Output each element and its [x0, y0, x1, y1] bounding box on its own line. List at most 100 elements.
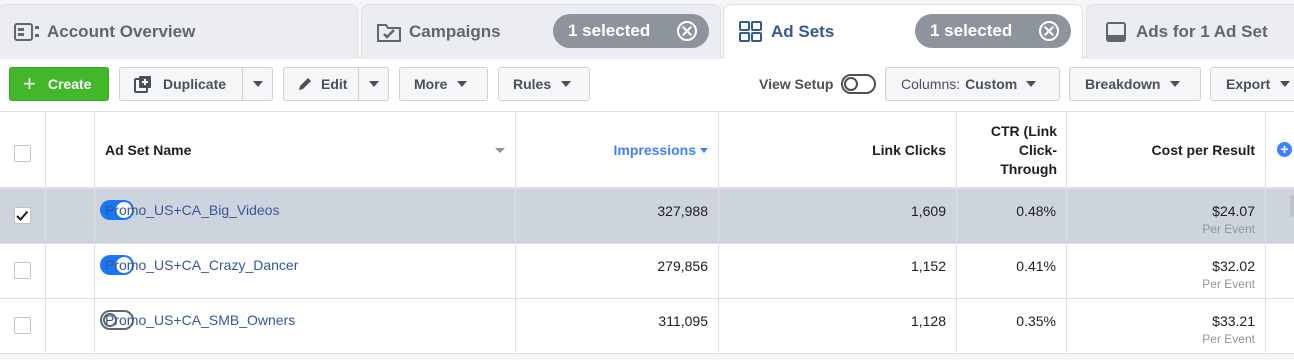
- duplicate-dropdown[interactable]: [242, 68, 272, 100]
- tab-account-overview-label: Account Overview: [47, 21, 196, 41]
- create-button[interactable]: + Create: [9, 67, 109, 101]
- ctr-cell: 0.41%: [957, 244, 1067, 299]
- check-icon: [16, 210, 29, 221]
- header-link-clicks-label: Link Clicks: [872, 142, 946, 158]
- tab-ads[interactable]: Ads for 1 Ad Set: [1103, 4, 1268, 59]
- duplicate-icon: [134, 75, 152, 93]
- add-column-cell: +: [1266, 112, 1294, 188]
- account-overview-icon: [14, 21, 40, 43]
- caret-down-icon: [368, 81, 379, 87]
- grid-icon: [738, 20, 764, 43]
- cost-subtext: Per Event: [1202, 222, 1255, 236]
- header-impressions[interactable]: Impressions: [516, 112, 719, 188]
- tab-bar: Account Overview Campaigns 1 selected Ad…: [0, 0, 1294, 60]
- scrollbar-thumb[interactable]: [1290, 195, 1294, 217]
- row-trailing-cell: [1266, 299, 1294, 354]
- campaigns-selected-label: 1 selected: [568, 21, 651, 40]
- caret-down-icon: [1280, 81, 1291, 87]
- tab-campaigns-label: Campaigns: [409, 21, 501, 41]
- folder-check-icon: [376, 21, 402, 43]
- tab-campaigns[interactable]: Campaigns: [376, 4, 501, 59]
- create-label: Create: [47, 76, 92, 92]
- ctr-cell: 0.35%: [957, 299, 1067, 354]
- breakdown-label: Breakdown: [1085, 76, 1161, 92]
- header-ad-set-name[interactable]: Ad Set Name: [95, 112, 516, 188]
- sort-desc-icon: [700, 147, 708, 153]
- duplicate-button[interactable]: Duplicate: [119, 67, 273, 101]
- header-impressions-label: Impressions: [613, 142, 696, 158]
- caret-down-icon: [457, 81, 468, 87]
- caret-down-icon: [1026, 81, 1037, 87]
- tab-account-overview[interactable]: Account Overview: [14, 4, 195, 59]
- plus-icon: +: [23, 71, 36, 96]
- ad-set-name-link[interactable]: Promo_US+CA_Big_Videos: [95, 189, 516, 244]
- cost-subtext: Per Event: [1202, 277, 1255, 291]
- campaigns-selected-pill[interactable]: 1 selected: [553, 14, 709, 48]
- select-all-checkbox[interactable]: [14, 145, 31, 162]
- cost-value: $32.02: [1212, 258, 1255, 274]
- caret-down-icon: [1170, 81, 1181, 87]
- caret-down-icon: [252, 81, 263, 87]
- row-toggle-cell: [46, 299, 134, 354]
- cost-value: $24.07: [1212, 203, 1255, 219]
- cost-cell: $33.21 Per Event: [1067, 299, 1266, 354]
- row-checkbox[interactable]: [14, 317, 31, 334]
- impressions-cell: 311,095: [516, 299, 719, 354]
- ad-sets-selected-pill[interactable]: 1 selected: [915, 14, 1071, 48]
- toggle-column-header: [46, 112, 95, 188]
- impressions-cell: 327,988: [516, 189, 719, 244]
- tab-ads-label: Ads for 1 Ad Set: [1136, 21, 1268, 41]
- toggle-knob: [844, 77, 858, 91]
- table-row[interactable]: Promo_US+CA_Big_Videos 327,988 1,609 0.4…: [0, 189, 1294, 244]
- edit-button[interactable]: Edit: [283, 67, 389, 101]
- cost-cell: $32.02 Per Event: [1067, 244, 1266, 299]
- breakdown-button[interactable]: Breakdown: [1069, 67, 1201, 101]
- rules-button[interactable]: Rules: [498, 67, 590, 101]
- ad-set-name-link[interactable]: Promo_US+CA_SMB_Owners: [95, 299, 516, 354]
- ad-sets-selected-label: 1 selected: [930, 21, 1013, 40]
- clear-selection-icon[interactable]: [677, 21, 697, 41]
- header-cost-label: Cost per Result: [1151, 142, 1255, 158]
- row-trailing-cell: [1266, 244, 1294, 299]
- edit-label: Edit: [321, 76, 348, 92]
- add-column-icon[interactable]: +: [1277, 142, 1292, 157]
- export-button[interactable]: Export: [1210, 67, 1294, 101]
- caret-down-icon: [561, 81, 572, 87]
- header-cost-per-result[interactable]: Cost per Result: [1067, 112, 1266, 188]
- sort-caret-icon: [495, 148, 505, 153]
- row-trailing-cell: [1266, 189, 1294, 244]
- row-checkbox[interactable]: [14, 262, 31, 279]
- select-all-cell: [0, 112, 46, 188]
- more-button[interactable]: More: [399, 67, 488, 101]
- table-row[interactable]: Promo_US+CA_Crazy_Dancer 279,856 1,152 0…: [0, 244, 1294, 299]
- columns-prefix: Columns:: [901, 76, 961, 92]
- tab-ad-sets-label: Ad Sets: [771, 21, 835, 41]
- ad-icon: [1103, 21, 1129, 43]
- pencil-icon: [297, 76, 313, 92]
- row-toggle-cell: [46, 189, 134, 244]
- view-setup-toggle[interactable]: [841, 74, 876, 94]
- header-ctr-label: CTR (Link Click- Through: [991, 122, 1057, 179]
- duplicate-label: Duplicate: [163, 76, 227, 92]
- table-header: Ad Set Name Impressions Link Clicks CTR …: [0, 111, 1294, 189]
- cost-subtext: Per Event: [1202, 332, 1255, 346]
- table-row[interactable]: Promo_US+CA_SMB_Owners 311,095 1,128 0.3…: [0, 299, 1294, 354]
- header-ad-set-name-label: Ad Set Name: [105, 142, 192, 158]
- rules-label: Rules: [513, 76, 552, 92]
- columns-value: Custom: [965, 76, 1018, 92]
- ad-set-name-link[interactable]: Promo_US+CA_Crazy_Dancer: [95, 244, 516, 299]
- header-ctr-line: Through: [1000, 160, 1057, 177]
- edit-dropdown[interactable]: [358, 68, 388, 100]
- header-ctr[interactable]: CTR (Link Click- Through: [957, 112, 1067, 188]
- export-label: Export: [1226, 76, 1271, 92]
- view-setup-label: View Setup: [759, 76, 834, 92]
- columns-button[interactable]: Columns: Custom: [885, 67, 1060, 101]
- header-ctr-line: CTR (Link: [990, 122, 1057, 139]
- row-checkbox[interactable]: [14, 207, 31, 224]
- row-toggle-cell: [46, 244, 134, 299]
- cost-cell: $24.07 Per Event: [1067, 189, 1266, 244]
- header-link-clicks[interactable]: Link Clicks: [719, 112, 957, 188]
- clear-selection-icon[interactable]: [1039, 21, 1059, 41]
- tab-ad-sets[interactable]: Ad Sets: [738, 4, 834, 59]
- link-clicks-cell: 1,128: [719, 299, 957, 354]
